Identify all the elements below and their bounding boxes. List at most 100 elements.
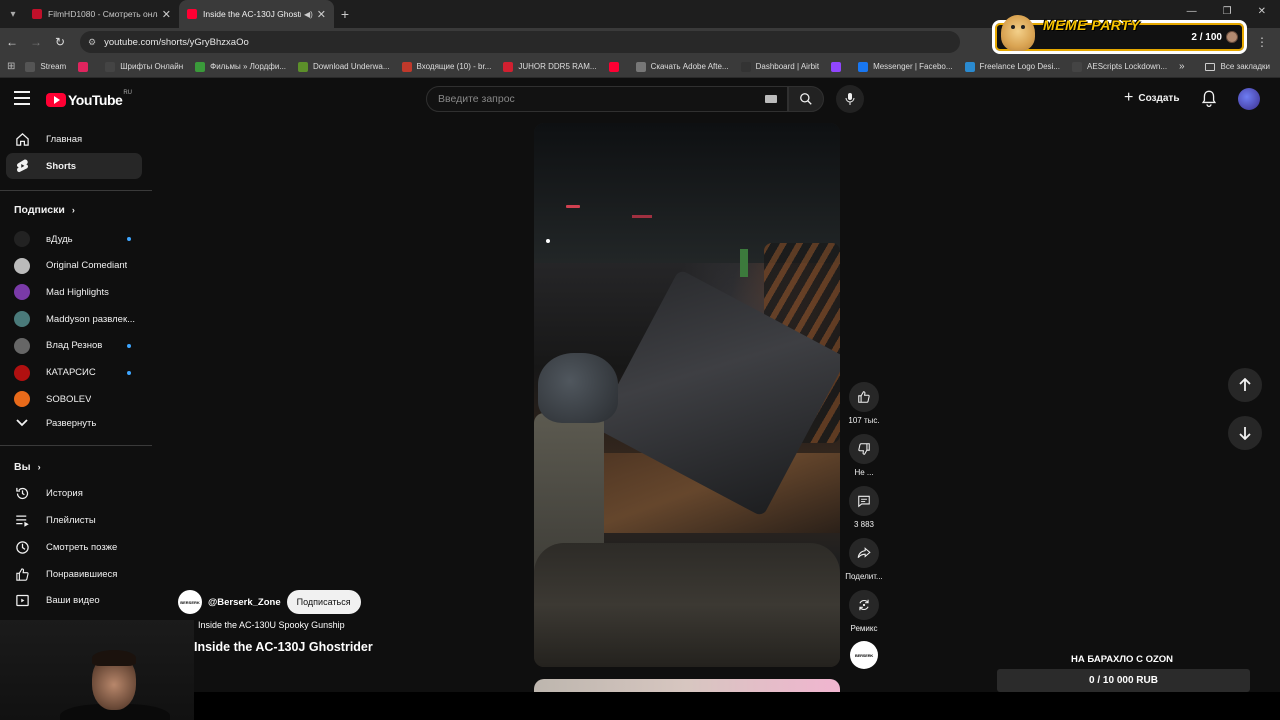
sidebar-subscription-item[interactable]: Mad Highlights <box>6 279 142 305</box>
search-button[interactable] <box>788 86 824 112</box>
sidebar-subscription-item[interactable]: Original Comediant <box>6 253 142 279</box>
like-button[interactable]: 107 тыс. <box>842 382 886 425</box>
doge-icon <box>1001 15 1035 51</box>
bookmark-item[interactable]: Stream <box>25 61 66 72</box>
bookmark-item[interactable] <box>78 61 93 72</box>
all-bookmarks-link[interactable]: Все закладки <box>1221 62 1270 71</box>
keyboard-icon[interactable] <box>765 95 777 103</box>
bookmark-favicon-icon <box>78 61 89 72</box>
minimize-icon[interactable]: — <box>1187 6 1197 17</box>
bookmark-item[interactable]: AEScripts Lockdown... <box>1072 61 1167 72</box>
subscribe-button[interactable]: Подписаться <box>286 590 361 614</box>
apps-grid-icon[interactable]: ⊞ <box>7 61 15 72</box>
remix-button[interactable]: Ремикс <box>842 590 886 633</box>
url-bar[interactable]: ⚙ youtube.com/shorts/yGryBhzxaOo <box>80 31 960 53</box>
sidebar-subscription-item[interactable]: SOBOLEV <box>6 386 142 412</box>
sidebar-item-your-videos[interactable]: Ваши видео <box>6 587 142 613</box>
sidebar-expand[interactable]: Развернуть <box>6 410 142 436</box>
bookmark-item[interactable]: Dashboard | Airbit <box>740 61 819 72</box>
speaker-icon[interactable]: ◀) <box>304 10 313 19</box>
dislike-button[interactable]: Не ... <box>842 434 886 477</box>
subscriptions-heading[interactable]: Подписки › <box>14 204 75 216</box>
forward-button[interactable]: → <box>24 35 48 49</box>
bookmark-item[interactable] <box>608 61 624 72</box>
browser-tab[interactable]: FilmHD1080 - Смотреть онлайн ✕ <box>24 0 179 28</box>
bookmark-item[interactable]: Входящие (10) - br... <box>401 61 491 72</box>
bookmark-label: Скачать Adobe Afte... <box>650 62 729 71</box>
sidebar-item-watch-later[interactable]: Смотреть позже <box>6 534 142 560</box>
share-label: Поделит... <box>845 572 883 581</box>
share-button[interactable]: Поделит... <box>842 538 886 581</box>
sidebar-item-label: История <box>46 487 83 499</box>
sidebar-subscription-item[interactable]: КАТАРСИС <box>6 360 142 386</box>
comments-button[interactable]: 3 883 <box>842 486 886 529</box>
voice-search-button[interactable] <box>836 85 864 113</box>
bookmark-item[interactable]: Фильмы » Лордфи... <box>195 61 286 72</box>
bookmark-favicon-icon <box>964 61 975 72</box>
donation-progress-bar: 0 / 10 000 RUB <box>997 669 1250 692</box>
sidebar-item-label: Главная <box>46 133 83 145</box>
sidebar: Главная Shorts Подписки › вДудь Original … <box>0 124 152 624</box>
channel-handle[interactable]: @Berserk_Zone <box>208 597 281 608</box>
channel-avatar[interactable]: BERSERK <box>178 590 202 614</box>
create-button[interactable]: + Создать <box>1124 89 1179 107</box>
sidebar-item-history[interactable]: История <box>6 480 142 506</box>
bookmark-favicon-icon <box>608 61 619 72</box>
bookmark-item[interactable]: JUHOR DDR5 RAM... <box>503 61 597 72</box>
menu-icon[interactable] <box>14 91 30 105</box>
video-frame-ceiling <box>534 123 840 263</box>
short-video-player[interactable] <box>534 123 840 667</box>
sidebar-item-label: Понравившиеся <box>46 568 118 580</box>
you-heading[interactable]: Вы › <box>14 461 41 473</box>
close-window-icon[interactable]: ✕ <box>1258 6 1266 17</box>
sidebar-item-home[interactable]: Главная <box>6 126 142 152</box>
sidebar-subscription-item[interactable]: вДудь <box>6 226 142 252</box>
back-button[interactable]: ← <box>0 35 24 49</box>
bookmark-item[interactable]: Messenger | Facebo... <box>858 61 953 72</box>
bookmarks-overflow-icon[interactable]: » <box>1179 61 1185 72</box>
bookmark-item[interactable]: Шрифты Онлайн <box>105 61 183 72</box>
reload-button[interactable]: ↻ <box>48 35 72 49</box>
youtube-header: YouTube RU Введите запрос + Создать <box>0 79 1280 119</box>
video-frame-bag <box>534 543 840 667</box>
video-title[interactable]: Inside the AC-130J Ghostrider <box>194 640 373 654</box>
folder-icon <box>1204 62 1215 71</box>
tab-search-menu-icon[interactable]: ▾ <box>2 3 24 25</box>
video-description[interactable]: Inside the AC-130U Spooky Gunship <box>198 620 345 630</box>
next-short-preview[interactable] <box>534 679 840 693</box>
your-videos-icon <box>14 592 30 608</box>
sidebar-item-liked[interactable]: Понравившиеся <box>6 561 142 587</box>
restore-icon[interactable]: ❐ <box>1223 6 1232 17</box>
channel-avatar-button[interactable]: BERSERK <box>850 641 878 669</box>
search-input[interactable]: Введите запрос <box>426 86 788 112</box>
tab-close-icon[interactable]: ✕ <box>317 8 326 21</box>
meme-party-title: MEME PARTY <box>1043 17 1141 33</box>
new-tab-button[interactable]: + <box>334 6 356 22</box>
you-heading-label: Вы <box>14 461 31 473</box>
previous-short-button[interactable] <box>1228 368 1262 402</box>
tab-title: FilmHD1080 - Смотреть онлайн <box>48 9 158 19</box>
chevron-right-icon: › <box>37 462 41 472</box>
sidebar-divider <box>0 445 152 446</box>
sidebar-item-playlists[interactable]: Плейлисты <box>6 507 142 533</box>
bookmark-item[interactable] <box>831 61 846 72</box>
bookmark-item[interactable]: Download Underwa... <box>298 61 390 72</box>
browser-tab-active[interactable]: Inside the AC-130J Ghostrider ◀) ✕ <box>179 0 334 28</box>
new-content-dot <box>127 370 131 375</box>
user-avatar[interactable] <box>1238 88 1260 110</box>
remix-icon <box>859 599 869 611</box>
next-short-button[interactable] <box>1228 416 1262 450</box>
sidebar-item-shorts[interactable]: Shorts <box>6 153 142 179</box>
bookmark-item[interactable]: Freelance Logo Desi... <box>964 61 1060 72</box>
liked-icon <box>14 566 30 582</box>
video-frame-light <box>632 215 652 218</box>
youtube-logo[interactable]: YouTube RU <box>46 90 132 108</box>
watch-later-icon <box>14 539 30 555</box>
tab-close-icon[interactable]: ✕ <box>162 8 171 21</box>
sidebar-subscription-item[interactable]: Влад Резнов <box>6 333 142 359</box>
browser-menu-icon[interactable]: ⋮ <box>1256 35 1268 49</box>
notifications-bell-icon[interactable] <box>1201 90 1217 107</box>
sidebar-subscription-item[interactable]: Maddyson развлек... <box>6 306 142 332</box>
site-info-icon[interactable]: ⚙ <box>88 37 96 48</box>
bookmark-item[interactable]: Скачать Adobe Afte... <box>635 61 729 72</box>
